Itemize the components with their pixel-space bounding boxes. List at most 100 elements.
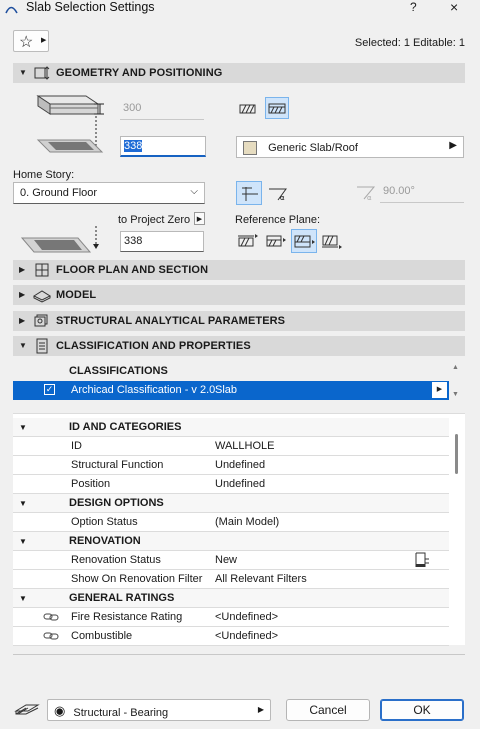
home-story-select[interactable]: 0. Ground Floor ⌵ [13, 182, 205, 204]
selection-info: Selected: 1 Editable: 1 [354, 37, 465, 49]
collapse-arrow-icon: ▼ [19, 68, 27, 77]
slab-thickness-illustration [36, 95, 104, 153]
ref-plane-top-icon [238, 234, 258, 247]
link-icon [43, 613, 59, 621]
top-offset-field[interactable]: 300 [120, 99, 204, 120]
material-swatch [243, 141, 257, 155]
property-row-id[interactable]: ID WALLHOLE [13, 437, 449, 456]
title-bar: Slab Selection Settings ? × [0, 0, 480, 16]
classification-value: Slab [215, 384, 238, 396]
layer-select[interactable]: ◉ Structural - Bearing ▶ [47, 699, 271, 721]
section-title: CLASSIFICATION AND PROPERTIES [56, 340, 251, 352]
group-renovation[interactable]: ▼ RENOVATION [13, 532, 449, 551]
property-value[interactable]: Undefined [215, 459, 265, 471]
section-structural-header[interactable]: ▶ STRUCTURAL ANALYTICAL PARAMETERS [13, 311, 465, 331]
model-icon [33, 290, 51, 303]
properties-scrollbar[interactable] [455, 434, 458, 474]
property-row-renovation-filter[interactable]: Show On Renovation Filter All Relevant F… [13, 570, 449, 589]
section-floor-plan-header[interactable]: ▶ FLOOR PLAN AND SECTION [13, 260, 465, 280]
reference-plane-bottom-button[interactable] [320, 230, 344, 252]
property-value[interactable]: New [215, 554, 237, 566]
collapse-arrow-icon: ▼ [19, 594, 27, 603]
favorites-button[interactable]: ☆ ▶ [13, 30, 49, 52]
structure-select[interactable]: Generic Slab/Roof ▶ [236, 136, 464, 158]
classification-picker-button[interactable]: ▶ [432, 382, 447, 398]
classifications-title: CLASSIFICATIONS [69, 365, 168, 377]
collapse-arrow-icon: ▼ [19, 423, 27, 432]
ref-plane-core-bottom-icon [294, 235, 315, 248]
classification-checkbox[interactable]: ✓ [44, 384, 55, 395]
property-name: Structural Function [71, 459, 164, 471]
property-name: ID [71, 440, 82, 452]
property-name: Position [71, 478, 111, 490]
reference-plane-core-bottom-button[interactable] [291, 229, 317, 253]
link-icon [43, 632, 59, 640]
group-id-categories[interactable]: ▼ ID AND CATEGORIES [13, 418, 449, 437]
expand-arrow-icon: ▶ [19, 290, 26, 299]
reference-level-button[interactable]: ▶ [194, 212, 205, 225]
thickness-value: 338 [124, 140, 143, 152]
property-row-renovation-status[interactable]: Renovation Status New [13, 551, 449, 570]
help-button[interactable]: ? [410, 0, 417, 14]
section-title: GEOMETRY AND POSITIONING [56, 67, 223, 79]
property-name: Fire Resistance Rating [71, 611, 183, 623]
divider [13, 654, 465, 655]
classifications-header-row: CLASSIFICATIONS [13, 362, 449, 380]
reference-plane-label: Reference Plane: [235, 214, 320, 226]
property-value[interactable]: Undefined [215, 478, 265, 490]
scroll-down-arrow[interactable]: ▼ [452, 391, 459, 398]
classification-row[interactable]: ✓ Archicad Classification - v 2.0 Slab ▶ [13, 381, 449, 400]
property-row-fire-rating[interactable]: Fire Resistance Rating <Undefined> [13, 608, 449, 627]
edge-vertical-icon [242, 187, 258, 201]
to-project-zero-label: to Project Zero [118, 214, 191, 226]
document-icon [36, 338, 48, 354]
property-row-position[interactable]: Position Undefined [13, 475, 449, 494]
ok-button[interactable]: OK [380, 699, 464, 721]
property-value[interactable]: WALLHOLE [215, 440, 275, 452]
elevation-illustration [20, 226, 99, 253]
reference-plane-core-top-button[interactable] [264, 230, 288, 252]
section-classification-header[interactable]: ▼ CLASSIFICATION AND PROPERTIES [13, 336, 465, 356]
collapse-arrow-icon: ▼ [19, 499, 27, 508]
chevron-right-icon: ▶ [257, 705, 264, 714]
surface-pattern-button[interactable] [265, 97, 289, 119]
property-row-structural-function[interactable]: Structural Function Undefined [13, 456, 449, 475]
thickness-field[interactable]: 338 [120, 136, 206, 157]
property-row-combustible[interactable]: Combustible <Undefined> [13, 627, 449, 646]
home-story-label: Home Story: [13, 169, 75, 181]
fill-pattern-button[interactable] [236, 98, 260, 120]
reference-plane-top-button[interactable] [236, 230, 260, 252]
ref-plane-bottom-icon [322, 235, 342, 249]
group-title: DESIGN OPTIONS [69, 497, 164, 509]
chevron-right-icon: ▶ [196, 216, 203, 223]
renovation-icon[interactable] [413, 551, 431, 569]
cancel-button[interactable]: Cancel [286, 699, 370, 721]
group-design-options[interactable]: ▼ DESIGN OPTIONS [13, 494, 449, 513]
hatch-pattern-icon [239, 104, 256, 114]
section-title: STRUCTURAL ANALYTICAL PARAMETERS [56, 315, 286, 327]
star-icon: ☆ [19, 34, 34, 51]
section-model-header[interactable]: ▶ MODEL [13, 285, 465, 305]
property-value[interactable]: (Main Model) [215, 516, 279, 528]
elevation-field[interactable]: 338 [120, 231, 204, 252]
section-geometry-header[interactable]: ▼ GEOMETRY AND POSITIONING [13, 63, 465, 83]
group-title: GENERAL RATINGS [69, 592, 175, 604]
svg-text:α: α [367, 194, 372, 202]
expand-arrow-icon: ▶ [19, 316, 26, 325]
property-value[interactable]: <Undefined> [215, 630, 278, 642]
edge-angle-icon: α [269, 188, 287, 202]
property-value[interactable]: All Relevant Filters [215, 573, 307, 585]
close-button[interactable]: × [450, 0, 458, 15]
scroll-up-arrow[interactable]: ▲ [452, 364, 459, 371]
expand-arrow-icon: ▶ [19, 265, 26, 274]
property-value[interactable]: <Undefined> [215, 611, 278, 623]
slab-edge-angle-button[interactable]: α [266, 182, 290, 204]
slab-edge-vertical-button[interactable] [236, 181, 262, 205]
group-general-ratings[interactable]: ▼ GENERAL RATINGS [13, 589, 449, 608]
section-title: FLOOR PLAN AND SECTION [56, 264, 209, 276]
ref-plane-core-top-icon [266, 235, 286, 247]
geometry-icon [34, 66, 50, 80]
structural-icon [34, 314, 48, 327]
edge-angle-field[interactable]: 90.00° [380, 182, 464, 203]
property-row-option-status[interactable]: Option Status (Main Model) [13, 513, 449, 532]
